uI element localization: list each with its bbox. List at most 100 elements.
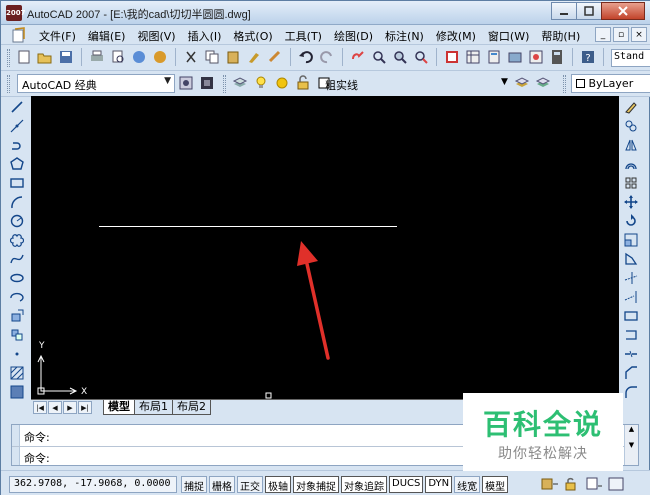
polygon-icon[interactable] [7, 154, 27, 173]
markup-set-icon[interactable] [527, 48, 545, 66]
workspace-select[interactable]: AutoCAD 经典 ▼ [17, 74, 175, 93]
toolbar-grip[interactable] [223, 75, 226, 93]
annotation-scale-icon[interactable] [541, 476, 559, 492]
autocad-app-icon[interactable]: 2007 [6, 5, 25, 21]
paste-icon[interactable] [224, 48, 242, 66]
menu-format[interactable]: 格式(O) [227, 28, 278, 44]
save-icon[interactable] [57, 48, 75, 66]
rotate-icon[interactable] [621, 211, 641, 230]
revision-cloud-icon[interactable] [7, 230, 27, 249]
undo-icon[interactable] [297, 48, 315, 66]
join-icon[interactable] [621, 344, 641, 363]
toolbar-grip[interactable] [563, 75, 566, 93]
hatch-icon[interactable] [7, 363, 27, 382]
toolbar-grip[interactable] [7, 49, 10, 67]
osnap-toggle[interactable]: 对象捕捉 [293, 476, 339, 493]
match-properties-icon[interactable] [245, 48, 263, 66]
menu-window[interactable]: 窗口(W) [482, 28, 535, 44]
line-icon[interactable] [7, 97, 27, 116]
block-editor-icon[interactable] [266, 48, 284, 66]
redo-icon[interactable] [318, 48, 336, 66]
sheet-set-manager-icon[interactable] [506, 48, 524, 66]
copy-object-icon[interactable] [621, 116, 641, 135]
communication-center-icon[interactable] [585, 476, 603, 492]
tab-layout2[interactable]: 布局2 [172, 400, 211, 415]
tab-layout1[interactable]: 布局1 [134, 400, 173, 415]
clean-screen-icon[interactable] [607, 476, 625, 492]
menu-file[interactable]: 文件(F) [33, 28, 82, 44]
menu-view[interactable]: 视图(V) [131, 28, 181, 44]
construction-line-icon[interactable] [7, 116, 27, 135]
first-tab-icon[interactable]: |◀ [33, 401, 47, 414]
menu-help[interactable]: 帮助(H) [535, 28, 586, 44]
previous-tab-icon[interactable]: ◀ [48, 401, 62, 414]
close-button[interactable] [601, 2, 645, 20]
doc-minimize-button[interactable]: _ [595, 27, 611, 42]
workspace-settings-icon[interactable] [177, 74, 195, 92]
layer-previous-icon[interactable] [534, 74, 552, 92]
lineweight-toggle[interactable]: 线宽 [454, 476, 481, 493]
layer-manager-icon[interactable] [231, 74, 249, 92]
ducs-toggle[interactable]: DUCS [389, 476, 424, 493]
arc-icon[interactable] [7, 192, 27, 211]
extend-icon[interactable] [621, 287, 641, 306]
maximize-button[interactable] [576, 2, 602, 20]
stretch-icon[interactable] [621, 249, 641, 268]
layer-dropdown-chevron-down-icon[interactable]: ▼ [501, 77, 508, 87]
menu-modify[interactable]: 修改(M) [430, 28, 482, 44]
doc-restore-button[interactable]: ▫ [613, 27, 629, 42]
calculator-icon[interactable] [548, 48, 566, 66]
lock-icon[interactable] [294, 74, 312, 92]
command-prompt-input[interactable]: 命令: [24, 450, 50, 466]
move-icon[interactable] [621, 192, 641, 211]
properties-icon[interactable] [443, 48, 461, 66]
copy-icon[interactable] [203, 48, 221, 66]
fillet-icon[interactable] [621, 382, 641, 401]
gradient-icon[interactable] [7, 382, 27, 401]
menu-dimension[interactable]: 标注(N) [379, 28, 430, 44]
circle-icon[interactable] [7, 211, 27, 230]
print-icon[interactable] [88, 48, 106, 66]
next-tab-icon[interactable]: ▶ [63, 401, 77, 414]
scale-icon[interactable] [621, 230, 641, 249]
command-scrollbar[interactable]: ▲ ▼ [624, 425, 638, 465]
document-icon[interactable] [11, 27, 27, 43]
zoom-realtime-icon[interactable] [370, 48, 388, 66]
trim-icon[interactable] [621, 268, 641, 287]
grid-toggle[interactable]: 栅格 [209, 476, 235, 493]
new-icon[interactable] [15, 48, 33, 66]
polyline-icon[interactable] [7, 135, 27, 154]
toolbar-lock-icon[interactable] [563, 476, 581, 492]
chamfer-icon[interactable] [621, 363, 641, 382]
snap-toggle[interactable]: 捕捉 [181, 476, 207, 493]
ellipse-icon[interactable] [7, 268, 27, 287]
cut-icon[interactable] [182, 48, 200, 66]
tab-model[interactable]: 模型 [103, 400, 135, 415]
minimize-button[interactable] [551, 2, 577, 20]
point-icon[interactable] [7, 344, 27, 363]
dyn-toggle[interactable]: DYN [425, 476, 453, 493]
my-workspace-icon[interactable] [198, 74, 216, 92]
toolbar-grip[interactable] [7, 75, 10, 93]
polar-toggle[interactable]: 极轴 [265, 476, 291, 493]
lightbulb-icon[interactable] [252, 74, 270, 92]
text-style-combo[interactable]: Stand [611, 49, 650, 67]
insert-block-icon[interactable] [7, 306, 27, 325]
offset-icon[interactable] [621, 154, 641, 173]
rectangle-icon[interactable] [7, 173, 27, 192]
tool-palettes-icon[interactable] [485, 48, 503, 66]
color-control-select[interactable]: ByLayer [571, 74, 650, 93]
drawing-canvas[interactable]: Y X [31, 96, 619, 399]
spline-icon[interactable] [7, 249, 27, 268]
help-icon[interactable]: ? [579, 48, 597, 66]
zoom-previous-icon[interactable] [412, 48, 430, 66]
pan-icon[interactable] [349, 48, 367, 66]
sun-icon[interactable] [273, 74, 291, 92]
current-layer-name[interactable]: 粗实线 [325, 77, 358, 93]
ellipse-arc-icon[interactable] [7, 287, 27, 306]
coordinate-readout[interactable]: 362.9708, -17.9068, 0.0000 [9, 476, 177, 493]
command-window-grip[interactable] [12, 425, 20, 465]
menu-edit[interactable]: 编辑(E) [82, 28, 132, 44]
break-at-point-icon[interactable] [621, 306, 641, 325]
ortho-toggle[interactable]: 正交 [237, 476, 263, 493]
